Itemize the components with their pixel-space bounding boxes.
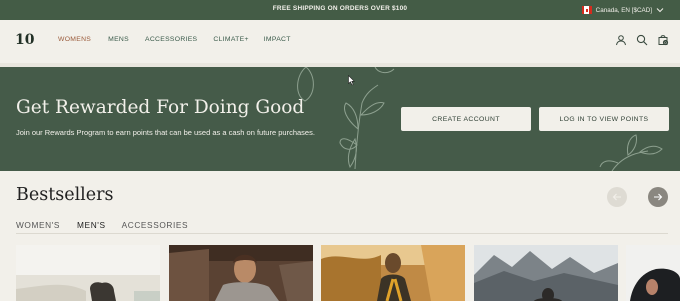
free-shipping-text: FREE SHIPPING ON ORDERS OVER $100 — [272, 5, 408, 12]
product-image — [626, 245, 680, 301]
product-card[interactable] — [16, 245, 160, 301]
mouse-cursor-icon — [348, 75, 355, 86]
logo[interactable]: 10 — [15, 32, 37, 50]
bestsellers-title: Bestsellers — [16, 185, 114, 205]
tab-mens[interactable]: MEN'S — [77, 220, 106, 234]
product-card[interactable] — [626, 245, 680, 301]
product-card[interactable] — [321, 245, 465, 301]
rewards-title: Get Rewarded For Doing Good — [16, 97, 305, 118]
tab-accessories[interactable]: ACCESSORIES — [122, 220, 189, 234]
nav-climate[interactable]: CLIMATE+ — [213, 36, 248, 43]
nav-accessories[interactable]: ACCESSORIES — [145, 36, 197, 43]
cart-icon[interactable]: 0 — [657, 33, 669, 46]
arrow-right-icon — [654, 193, 663, 201]
site-header: 10 WOMENS MENS ACCESSORIES CLIMATE+ IMPA… — [0, 20, 680, 63]
canada-flag-icon — [581, 6, 592, 14]
locale-selector[interactable]: Canada, EN [$CAD] — [581, 3, 664, 17]
product-image — [16, 245, 160, 301]
product-image — [474, 245, 618, 301]
chevron-down-icon — [656, 8, 664, 13]
create-account-button[interactable]: CREATE ACCOUNT — [401, 107, 531, 131]
nav-womens[interactable]: WOMENS — [58, 36, 91, 43]
bestseller-tabs: WOMEN'S MEN'S ACCESSORIES — [16, 220, 205, 234]
main-nav: WOMENS MENS ACCESSORIES CLIMATE+ IMPACT — [58, 36, 291, 43]
product-image — [321, 245, 465, 301]
nav-impact[interactable]: IMPACT — [264, 36, 291, 43]
arrow-left-icon — [612, 193, 621, 201]
tab-womens[interactable]: WOMEN'S — [16, 220, 60, 234]
rewards-subtitle: Join our Rewards Program to earn points … — [16, 128, 315, 137]
carousel-next-button[interactable] — [648, 187, 668, 207]
account-icon[interactable] — [615, 33, 627, 46]
search-icon[interactable] — [636, 33, 648, 46]
rewards-banner: Get Rewarded For Doing Good Join our Rew… — [0, 67, 680, 171]
product-card[interactable] — [474, 245, 618, 301]
nav-mens[interactable]: MENS — [108, 36, 129, 43]
tabs-divider — [16, 233, 668, 234]
product-image — [169, 245, 313, 301]
product-card[interactable] — [169, 245, 313, 301]
announcement-bar: FREE SHIPPING ON ORDERS OVER $100 Canada… — [0, 0, 680, 20]
locale-label: Canada, EN [$CAD] — [595, 6, 652, 14]
log-in-button[interactable]: LOG IN TO VIEW POINTS — [539, 107, 669, 131]
carousel-prev-button[interactable] — [607, 187, 627, 207]
